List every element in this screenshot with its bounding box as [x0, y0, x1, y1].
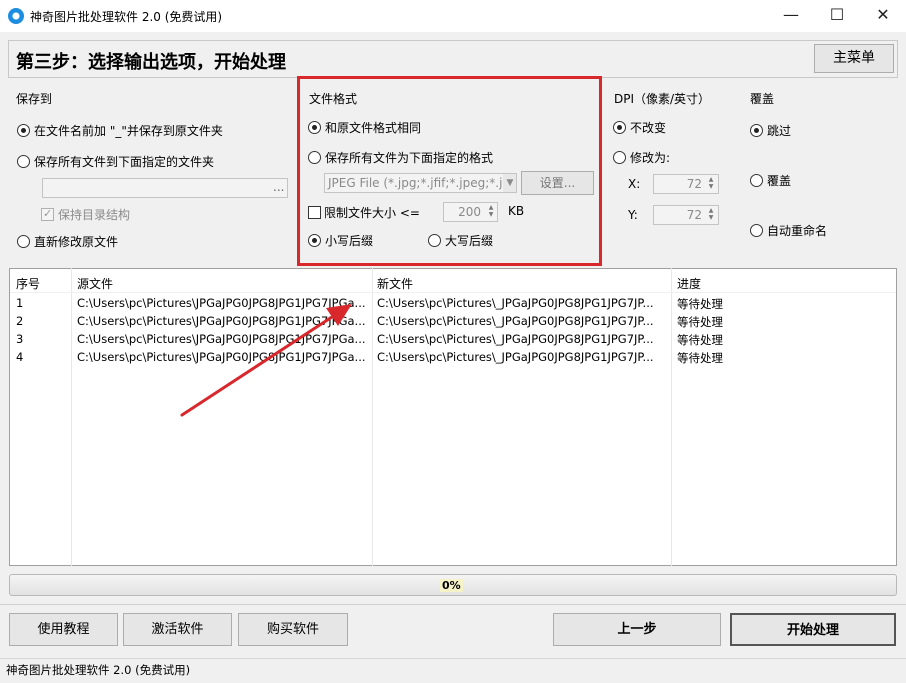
- radio-prefix-original-folder-label[interactable]: 在文件名前加 "_"并保存到原文件夹: [34, 122, 223, 139]
- maximize-icon[interactable]: ☐: [814, 0, 860, 30]
- keep-structure-label: 保持目录结构: [58, 208, 131, 222]
- main-menu-button[interactable]: 主菜单: [814, 44, 894, 73]
- radio-modify-original[interactable]: [17, 235, 30, 248]
- row-index: 4: [16, 350, 24, 364]
- table-row[interactable]: 4 C:\Users\pc\Pictures\JPGaJPG0JPG8JPG1J…: [10, 349, 896, 366]
- row-target: C:\Users\pc\Pictures\_JPGaJPG0JPG8JPG1JP…: [377, 296, 654, 310]
- prev-step-button[interactable]: 上一步: [553, 613, 721, 646]
- table-row[interactable]: 2 C:\Users\pc\Pictures\JPGaJPG0JPG8JPG1J…: [10, 313, 896, 330]
- radio-dpi-change[interactable]: [613, 151, 626, 164]
- row-index: 2: [16, 314, 24, 328]
- overwrite-title: 覆盖: [750, 92, 775, 106]
- save-to-title: 保存到: [16, 92, 53, 106]
- app-logo-icon: [8, 8, 24, 24]
- close-icon[interactable]: ✕: [860, 0, 906, 30]
- keep-structure-checkbox[interactable]: [41, 207, 54, 221]
- output-folder-input[interactable]: ...: [42, 178, 288, 198]
- window-title: 神奇图片批处理软件 2.0 (免费试用): [30, 10, 223, 24]
- tutorial-button[interactable]: 使用教程: [9, 613, 118, 646]
- row-status: 等待处理: [677, 315, 723, 329]
- radio-auto-rename-label[interactable]: 自动重命名: [767, 222, 827, 239]
- table-row[interactable]: 3 C:\Users\pc\Pictures\JPGaJPG0JPG8JPG1J…: [10, 331, 896, 348]
- annotation-arrow: [180, 304, 352, 417]
- activate-button[interactable]: 激活软件: [123, 613, 232, 646]
- radio-dpi-change-label[interactable]: 修改为:: [630, 149, 670, 166]
- row-target: C:\Users\pc\Pictures\_JPGaJPG0JPG8JPG1JP…: [377, 332, 654, 346]
- divider: [0, 604, 906, 605]
- table-row[interactable]: 1 C:\Users\pc\Pictures\JPGaJPG0JPG8JPG1J…: [10, 295, 896, 312]
- spinner-arrows-icon[interactable]: ▲ ▼: [706, 176, 716, 190]
- row-target: C:\Users\pc\Pictures\_JPGaJPG0JPG8JPG1JP…: [377, 314, 654, 328]
- row-index: 1: [16, 296, 24, 310]
- dpi-x-value: 72: [686, 177, 702, 191]
- dpi-title: DPI（像素/英寸）: [614, 92, 711, 106]
- column-header-source[interactable]: 源文件: [77, 275, 113, 292]
- radio-save-to-folder[interactable]: [17, 155, 30, 168]
- radio-dpi-keep-label[interactable]: 不改变: [630, 119, 666, 136]
- row-status: 等待处理: [677, 333, 723, 347]
- radio-overwrite[interactable]: [750, 174, 763, 187]
- browse-folder-button[interactable]: ...: [273, 180, 284, 194]
- buy-button[interactable]: 购买软件: [238, 613, 348, 646]
- row-index: 3: [16, 332, 24, 346]
- row-status: 等待处理: [677, 297, 723, 311]
- radio-save-to-folder-label[interactable]: 保存所有文件到下面指定的文件夹: [34, 153, 214, 170]
- row-target: C:\Users\pc\Pictures\_JPGaJPG0JPG8JPG1JP…: [377, 350, 654, 364]
- status-text: 神奇图片批处理软件 2.0 (免费试用): [6, 663, 191, 677]
- radio-prefix-original-folder[interactable]: [17, 124, 30, 137]
- dpi-y-label: Y:: [628, 208, 638, 222]
- column-header-progress[interactable]: 进度: [677, 275, 701, 292]
- start-process-button[interactable]: 开始处理: [730, 613, 896, 646]
- column-header-index[interactable]: 序号: [16, 275, 40, 292]
- radio-skip[interactable]: [750, 124, 763, 137]
- radio-dpi-keep[interactable]: [613, 121, 626, 134]
- column-header-target[interactable]: 新文件: [377, 275, 413, 292]
- radio-auto-rename[interactable]: [750, 224, 763, 237]
- radio-skip-label[interactable]: 跳过: [767, 122, 791, 139]
- step-title: 第三步：选择输出选项，开始处理: [16, 52, 286, 73]
- radio-overwrite-label[interactable]: 覆盖: [767, 172, 791, 189]
- row-status: 等待处理: [677, 351, 723, 365]
- radio-modify-original-label[interactable]: 直新修改原文件: [34, 233, 118, 250]
- highlight-box: [297, 76, 602, 266]
- header-divider: [10, 292, 896, 293]
- dpi-y-value: 72: [686, 208, 702, 222]
- spinner-arrows-icon[interactable]: ▲ ▼: [706, 207, 716, 221]
- dpi-x-label: X:: [628, 177, 641, 191]
- minimize-icon[interactable]: —: [768, 0, 814, 30]
- progress-label: 0%: [440, 579, 463, 592]
